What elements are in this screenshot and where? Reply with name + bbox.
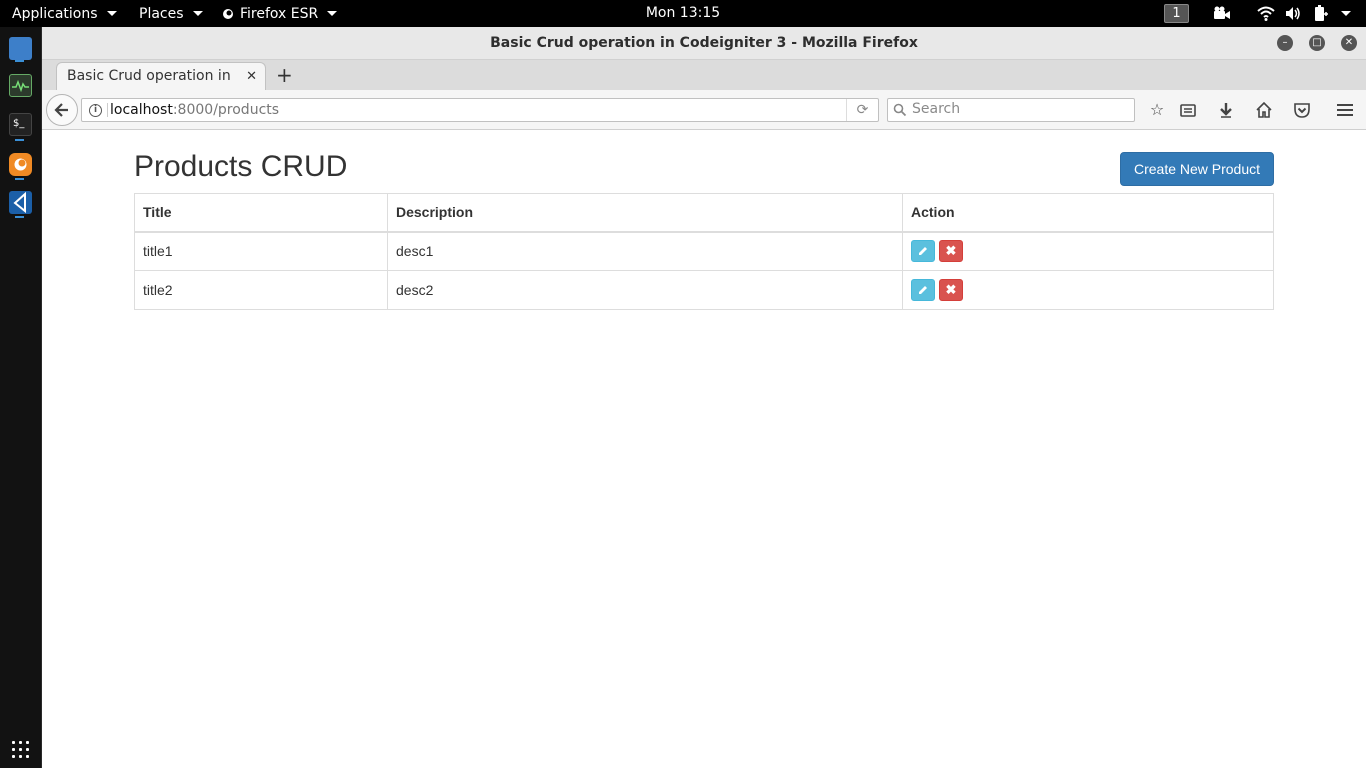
clock-text[interactable]: Mon 13:15	[646, 5, 720, 21]
remove-icon: ✖	[945, 243, 957, 259]
tab-strip: Basic Crud operation in ... ✕ +	[42, 60, 1366, 91]
reading-list-icon[interactable]	[1179, 101, 1197, 119]
page-content: Products CRUD Create New Product Title D…	[42, 131, 1366, 768]
top-panel: Applications Places Firefox ESR Mon 13:1…	[0, 0, 1366, 27]
url-bar[interactable]: i localhost:8000/products ⟳	[81, 98, 879, 122]
info-icon[interactable]: i	[89, 104, 102, 117]
clock: Mon 13:15	[0, 0, 1366, 27]
arrow-left-icon	[54, 103, 68, 117]
page-title: Products CRUD	[134, 150, 348, 183]
column-header-description: Description	[387, 193, 903, 233]
battery-icon[interactable]	[1312, 5, 1330, 22]
close-icon[interactable]: ✕	[1341, 35, 1357, 51]
home-icon[interactable]	[1255, 101, 1273, 119]
firefox-window: Basic Crud operation in Codeigniter 3 - …	[42, 27, 1366, 768]
column-header-title: Title	[134, 193, 388, 233]
show-apps-grid-icon[interactable]	[12, 741, 29, 758]
search-icon	[893, 103, 907, 117]
chevron-down-icon	[106, 11, 117, 16]
minimize-icon[interactable]: –	[1277, 35, 1293, 51]
cell-actions: ✖	[902, 231, 1274, 271]
applications-menu[interactable]: Applications	[12, 0, 117, 27]
cell-description: desc1	[387, 231, 903, 271]
delete-button[interactable]: ✖	[939, 240, 963, 263]
delete-button[interactable]: ✖	[939, 279, 963, 301]
firefox-label: Firefox ESR	[240, 5, 319, 22]
files-icon[interactable]	[9, 37, 32, 60]
chevron-down-icon	[327, 11, 338, 16]
cell-title: title1	[134, 231, 388, 271]
tab-close-icon[interactable]: ✕	[246, 69, 257, 84]
window-title: Basic Crud operation in Codeigniter 3 - …	[490, 35, 918, 51]
running-indicator	[15, 178, 24, 180]
cell-actions: ✖	[902, 270, 1274, 310]
camera-icon[interactable]	[1213, 5, 1231, 22]
window-titlebar[interactable]: Basic Crud operation in Codeigniter 3 - …	[42, 27, 1366, 60]
vscode-icon[interactable]	[9, 191, 32, 214]
firefox-icon	[223, 8, 233, 19]
search-bar[interactable]: Search	[887, 98, 1135, 122]
terminal-icon[interactable]: $_	[9, 113, 32, 136]
table-header-row: Title Description Action	[134, 193, 1274, 233]
table-row: title2 desc2 ✖	[134, 270, 1274, 310]
pencil-icon	[919, 286, 927, 294]
url-host: localhost	[110, 102, 173, 118]
new-tab-icon[interactable]: +	[276, 64, 293, 86]
tab-title: Basic Crud operation in ...	[67, 68, 235, 84]
url-divider	[107, 103, 108, 117]
places-label: Places	[139, 5, 184, 22]
url-path: :8000/products	[172, 102, 280, 118]
cell-description: desc2	[387, 270, 903, 310]
firefox-app-menu[interactable]: Firefox ESR	[222, 0, 338, 27]
chevron-down-icon	[192, 11, 203, 16]
running-indicator	[15, 139, 24, 141]
running-indicator	[15, 60, 24, 62]
wifi-icon[interactable]	[1257, 5, 1275, 22]
bookmark-star-icon[interactable]: ☆	[1148, 101, 1166, 119]
edit-button[interactable]	[911, 279, 935, 301]
products-table: Title Description Action title1 desc1 ✖	[134, 193, 1274, 310]
table-row: title1 desc1 ✖	[134, 231, 1274, 271]
tab-active[interactable]: Basic Crud operation in ... ✕	[56, 62, 266, 91]
search-input[interactable]: Search	[912, 101, 960, 117]
dock: $_	[0, 27, 42, 768]
volume-icon[interactable]	[1284, 5, 1302, 22]
url-text[interactable]: localhost:8000/products	[110, 99, 279, 121]
cell-title: title2	[134, 270, 388, 310]
system-menu-chevron-icon[interactable]	[1341, 11, 1351, 16]
workspace-indicator[interactable]: 1	[1164, 4, 1189, 23]
firefox-icon[interactable]	[9, 153, 32, 176]
pocket-icon[interactable]	[1293, 101, 1311, 119]
maximize-icon[interactable]: □	[1309, 35, 1325, 51]
applications-label: Applications	[12, 5, 98, 22]
places-menu[interactable]: Places	[139, 0, 203, 27]
back-button[interactable]	[46, 94, 78, 126]
hamburger-menu-icon[interactable]	[1336, 101, 1354, 119]
create-new-product-button[interactable]: Create New Product	[1120, 152, 1274, 186]
pencil-icon	[919, 247, 927, 256]
reload-icon[interactable]: ⟳	[846, 99, 878, 121]
column-header-action: Action	[902, 193, 1274, 233]
edit-button[interactable]	[911, 240, 935, 263]
download-icon[interactable]	[1217, 101, 1235, 119]
running-indicator	[15, 216, 24, 218]
navigation-toolbar: i localhost:8000/products ⟳ Search ☆	[42, 90, 1366, 130]
system-monitor-icon[interactable]	[9, 74, 32, 97]
remove-icon: ✖	[945, 282, 957, 297]
